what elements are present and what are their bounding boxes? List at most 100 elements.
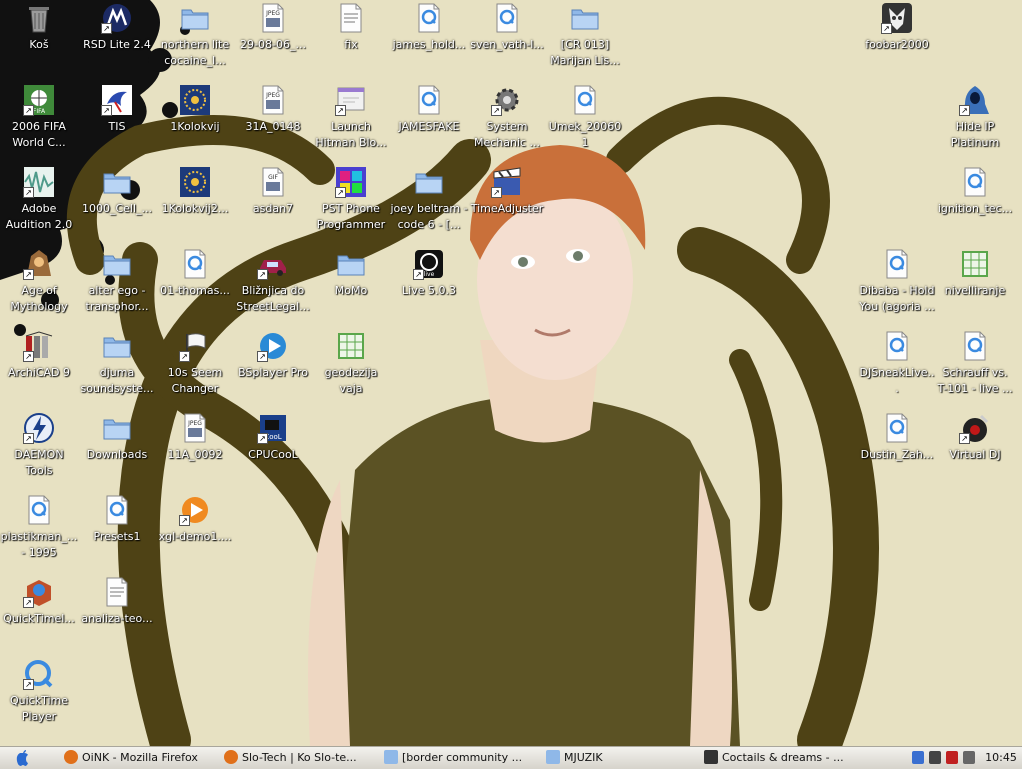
- desktop-icon-thomas[interactable]: 01-thomas...: [156, 246, 234, 326]
- folder-icon: [569, 2, 601, 34]
- desktop-icon-djsneak[interactable]: DJSneakLive...: [858, 328, 936, 408]
- quicktime-file-icon: [413, 2, 445, 34]
- desktop-icon-label: DJSneakLive...: [859, 366, 935, 395]
- desktop-icon-label: 1000_Cell_...: [81, 202, 153, 215]
- desktop-icon-jamesfake[interactable]: JAMESFAKE: [390, 82, 468, 162]
- desktop-icon-jpeg-31a[interactable]: JPEG 31A_0148: [234, 82, 312, 162]
- desktop-icon-timeadjuster[interactable]: ↗ TimeAdjuster: [468, 164, 546, 244]
- desktop-icon-hitman[interactable]: ↗ Launch Hitman Blo...: [312, 82, 390, 162]
- desktop-icon-momo[interactable]: MoMo: [312, 246, 390, 326]
- desktop-icon-geodezija[interactable]: geodezija vaja: [312, 328, 390, 408]
- desktop-icon-presets1[interactable]: Presets1: [78, 492, 156, 572]
- desktop-icon-archicad[interactable]: ↗ ArchiCAD 9: [0, 328, 78, 408]
- desktop-icon-dustin[interactable]: Dustin_Zah...: [858, 410, 936, 490]
- desktop-icon-rsd-lite[interactable]: ↗ RSD Lite 2.4: [78, 0, 156, 80]
- desktop-icon-nivelliranje[interactable]: nivelliranje: [936, 246, 1014, 326]
- folder-icon: [335, 248, 367, 280]
- desktop-icon-downloads[interactable]: Downloads: [78, 410, 156, 490]
- jpeg-file-icon: JPEG: [179, 412, 211, 444]
- quicktime-file-icon: [101, 494, 133, 526]
- desktop-icon-northern-lite[interactable]: northern lite cocaine_I...: [156, 0, 234, 80]
- desktop-icon-sven-vath[interactable]: sven_vath-l...: [468, 0, 546, 80]
- desktop-icon-quicktime-player[interactable]: ↗ QuickTime Player: [0, 656, 78, 736]
- folder-icon: [413, 166, 445, 198]
- desktop-icon-joey-beltram[interactable]: joey beltram - code 6 - [...: [390, 164, 468, 244]
- mythology-icon: ↗: [23, 248, 55, 280]
- shortcut-arrow-icon: ↗: [413, 269, 424, 280]
- desktop-icon-jpeg-29[interactable]: JPEG 29-08-06_...: [234, 0, 312, 80]
- desktop-icon-bsplayer[interactable]: ↗ BSplayer Pro: [234, 328, 312, 408]
- chip-icon: CooL ↗: [257, 412, 289, 444]
- desktop-icon-cr013[interactable]: [CR 013] Marijan Lis...: [546, 0, 624, 80]
- svg-text:GIF: GIF: [268, 174, 278, 181]
- desktop-icon-age-mythology[interactable]: ↗ Age of Mythology: [0, 246, 78, 326]
- desktop-icon-fifa[interactable]: FIFA ↗ 2006 FIFA World C...: [0, 82, 78, 162]
- desktop-icon-kolokvij2[interactable]: 1Kolokvij2...: [156, 164, 234, 244]
- desktop-icon-quicktimel[interactable]: ↗ QuickTimel...: [0, 574, 78, 654]
- desktop-icon-pst-phone[interactable]: ↗ PST Phone Programmer: [312, 164, 390, 244]
- desktop-icon-kolokvij1[interactable]: 1Kolokvij: [156, 82, 234, 162]
- jpeg-file-icon: JPEG: [257, 2, 289, 34]
- trash-icon: [23, 2, 55, 34]
- desktop-icon-label: Adobe Audition 2.0: [5, 202, 73, 231]
- quicktime-file-icon: [179, 248, 211, 280]
- quicktime-file-icon: [881, 330, 913, 362]
- desktop-icon-live[interactable]: live ↗ Live 5.0.3: [390, 246, 468, 326]
- desktop-icon-label: Schrauff vs. T-101 - live ...: [937, 366, 1013, 395]
- desktop-icon-label: 2006 FIFA World C...: [12, 120, 66, 149]
- volume-icon[interactable]: [963, 751, 975, 764]
- shortcut-arrow-icon: ↗: [257, 351, 268, 362]
- desktop-icon-hide-ip[interactable]: ↗ Hide IP Platinum: [936, 82, 1014, 162]
- desktop-icon-james-hold[interactable]: james_hold...: [390, 0, 468, 80]
- desktop-icon-analiza[interactable]: analiza-teo...: [78, 574, 156, 654]
- desktop-icon-label: CPUCooL: [248, 448, 298, 461]
- desktop-icon-xgl-demo[interactable]: ↗ xgl-demo1....: [156, 492, 234, 572]
- desktop-icon-daemon[interactable]: ↗ DAEMON Tools: [0, 410, 78, 490]
- folder-icon: [101, 248, 133, 280]
- shortcut-arrow-icon: ↗: [335, 105, 346, 116]
- folder-icon: [546, 750, 560, 764]
- desktop-icon-virtual-dj[interactable]: ↗ Virtual DJ: [936, 410, 1014, 490]
- taskbar-button[interactable]: [border community ...: [384, 748, 534, 768]
- desktop-icon-ignition[interactable]: ignition_tec...: [936, 164, 1014, 244]
- taskbar-button[interactable]: OiNK - Mozilla Firefox: [64, 748, 218, 768]
- shortcut-arrow-icon: ↗: [101, 105, 112, 116]
- monitor-icon[interactable]: [946, 751, 958, 764]
- desktop-icon-cpucool[interactable]: CooL ↗ CPUCooL: [234, 410, 312, 490]
- desktop-icon-tis[interactable]: ↗ TIS: [78, 82, 156, 162]
- shortcut-arrow-icon: ↗: [491, 187, 502, 198]
- desktop-icon-bliznjica[interactable]: ↗ Bližnjica do StreetLegal...: [234, 246, 312, 326]
- desktop-icon-asdan7[interactable]: GIF asdan7: [234, 164, 312, 244]
- desktop-icon-foobar[interactable]: ↗ foobar2000: [858, 0, 936, 80]
- desktop-icon-cell-1000[interactable]: 1000_Cell_...: [78, 164, 156, 244]
- desktop-icon-label: Presets1: [93, 530, 141, 543]
- desktop-icon-label: TIS: [108, 120, 126, 133]
- desktop-icon-system-mechanic[interactable]: ↗ System Mechanic ...: [468, 82, 546, 162]
- taskbar-button[interactable]: MJUZIK: [546, 748, 700, 768]
- quicktime-file-icon: [23, 494, 55, 526]
- desktop-icon-alter-ego[interactable]: alter ego - transphor...: [78, 246, 156, 326]
- desktop-icon-label: analiza-teo...: [81, 612, 153, 625]
- desktop-icon-plastikman[interactable]: plastikman_... - 1995: [0, 492, 78, 572]
- taskbar-button[interactable]: Slo-Tech | Ko Slo-te...: [224, 748, 376, 768]
- shortcut-arrow-icon: ↗: [491, 105, 502, 116]
- desktop-icon-fix[interactable]: fix: [312, 0, 390, 80]
- desktop-icon-dibaba[interactable]: Dibaba - Hold You (agoria ...: [858, 246, 936, 326]
- desktop-icon-seem-changer[interactable]: ↗ 10s Seem Changer: [156, 328, 234, 408]
- desktop-icon-umek[interactable]: Umek_20060 1: [546, 82, 624, 162]
- desktop-icon-label: asdan7: [252, 202, 294, 215]
- desktop-icon-jpeg-11a[interactable]: JPEG 11A_0092: [156, 410, 234, 490]
- desktop-icon-adobe-audition[interactable]: ↗ Adobe Audition 2.0: [0, 164, 78, 244]
- desktop-icon-kos[interactable]: Koš: [0, 0, 78, 80]
- antivirus-icon[interactable]: [929, 751, 941, 764]
- network-icon[interactable]: [912, 751, 924, 764]
- shortcut-arrow-icon: ↗: [23, 679, 34, 690]
- shortcut-arrow-icon: ↗: [257, 269, 268, 280]
- taskbar-button[interactable]: Coctails & dreams - ...: [704, 748, 884, 768]
- clock[interactable]: 10:45: [984, 748, 1018, 768]
- desktop-icon-djuma[interactable]: djuma soundsyste...: [78, 328, 156, 408]
- start-button[interactable]: [14, 748, 42, 768]
- desktop-icon-schrauff[interactable]: Schrauff vs. T-101 - live ...: [936, 328, 1014, 408]
- svg-text:FIFA: FIFA: [33, 108, 46, 115]
- desktop[interactable]: Koš ↗ RSD Lite 2.4 northern lite cocaine_I.…: [0, 0, 1022, 746]
